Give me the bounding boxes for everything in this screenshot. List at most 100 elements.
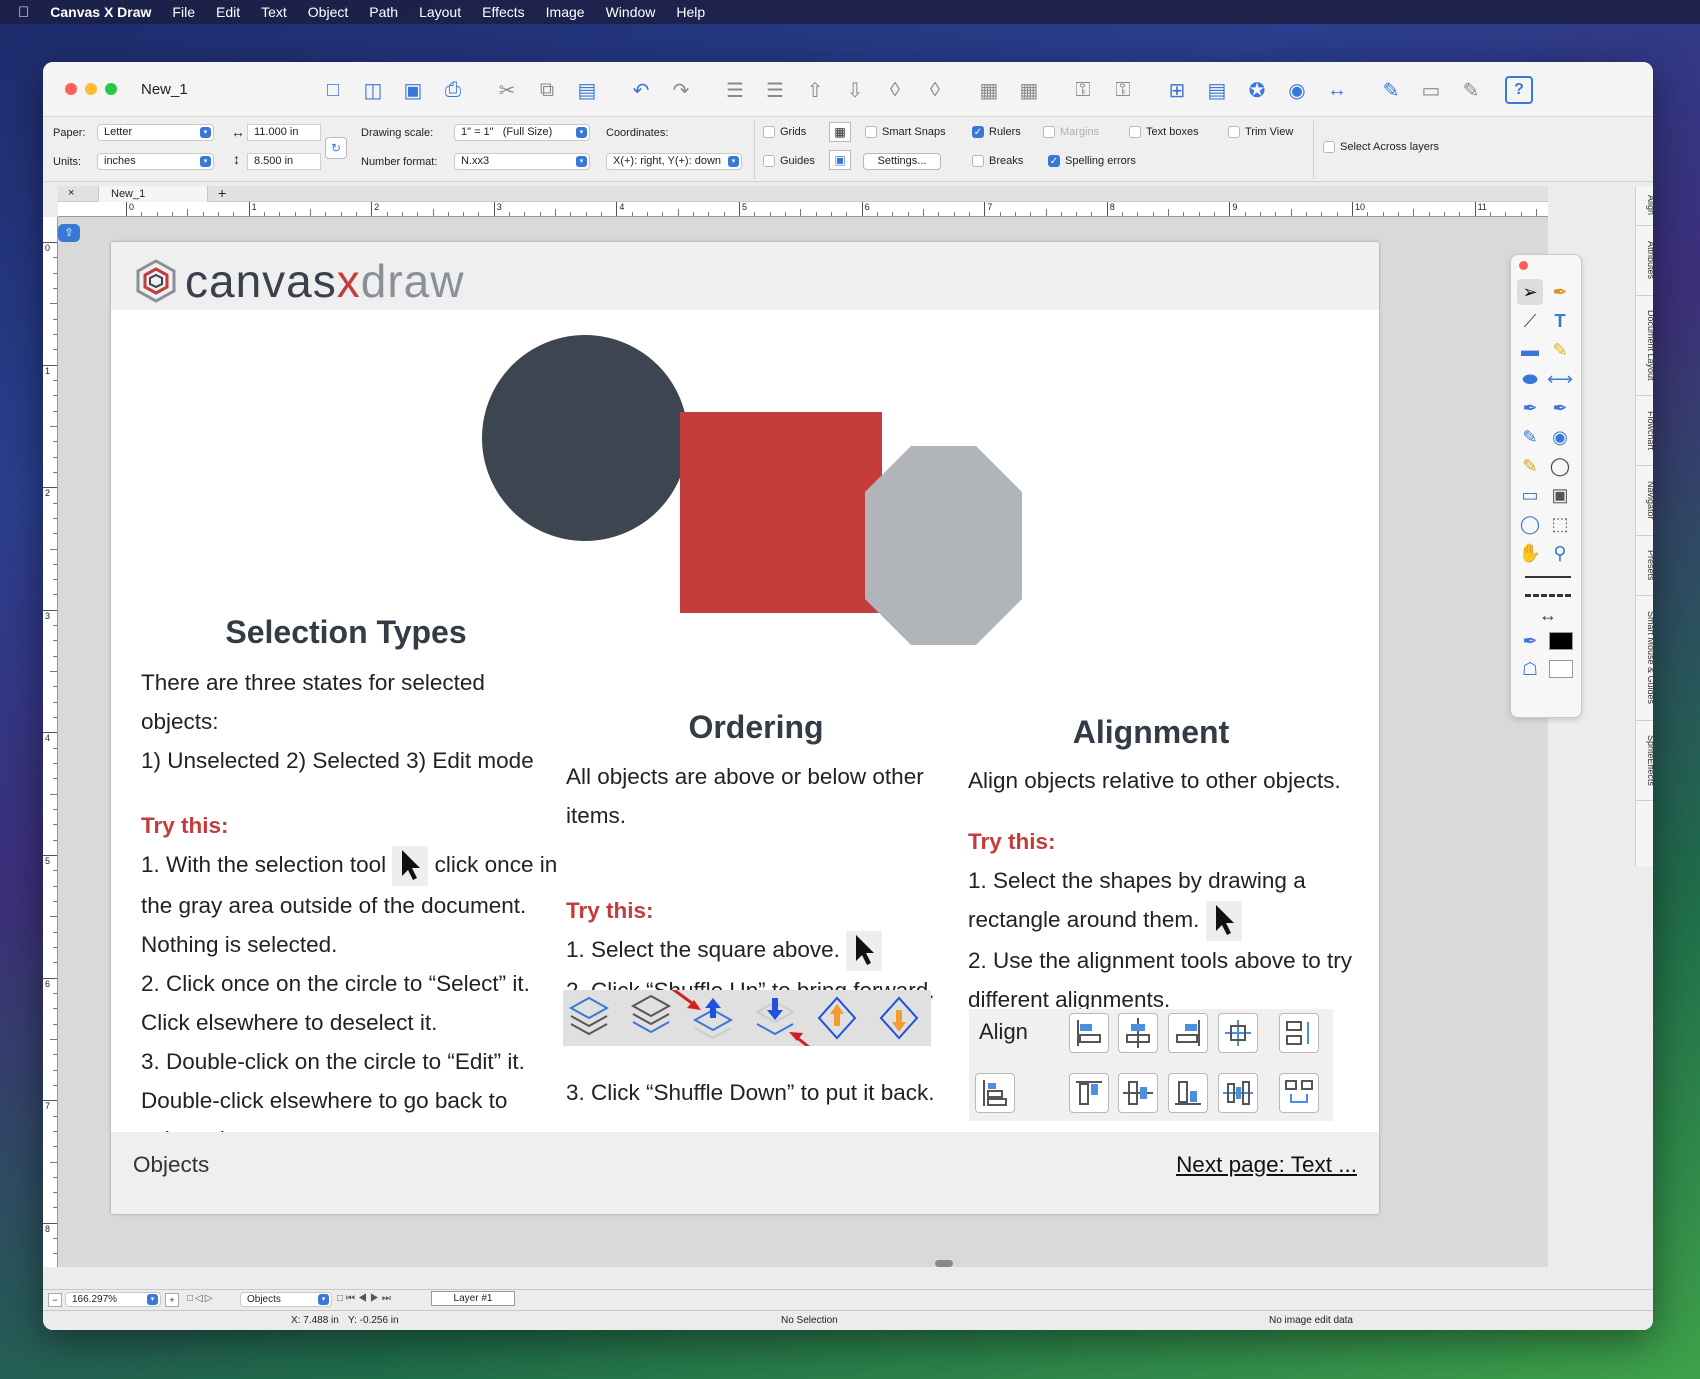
width-field[interactable]: 11.000 in — [247, 124, 321, 141]
stroke-ink-icon[interactable]: ✒ — [1517, 628, 1543, 654]
guides-checkbox[interactable]: Guides — [763, 155, 815, 167]
spelling-errors-checkbox[interactable]: ✓ Spelling errors — [1048, 155, 1136, 167]
menu-edit[interactable]: Edit — [216, 4, 240, 20]
grid-settings-icon[interactable]: ▦ — [829, 122, 851, 142]
zoom-out-icon[interactable]: − — [48, 1293, 62, 1307]
shuffle-down-icon[interactable]: ⇩ — [835, 76, 875, 104]
fill-color-swatch[interactable] — [1549, 660, 1573, 678]
oval-tool-icon[interactable]: ⬬ — [1517, 366, 1543, 392]
view-mode-select[interactable]: Objects ▾ — [240, 1292, 332, 1307]
close-window-button[interactable] — [65, 83, 77, 95]
ghost-tool-icon[interactable]: ◉ — [1547, 424, 1573, 450]
tab-document-layout[interactable]: Document Layout — [1636, 296, 1653, 396]
zoom-in-icon[interactable]: + — [165, 1293, 179, 1307]
menu-object[interactable]: Object — [308, 4, 348, 20]
arrowhead-style-icon[interactable]: ↔ — [1533, 602, 1563, 628]
select-across-layers-checkbox[interactable]: Select Across layers — [1323, 141, 1439, 153]
marquee-tool-icon[interactable]: ⬚ — [1547, 511, 1573, 537]
number-format-select[interactable]: N.xx3 ▾ — [454, 153, 590, 170]
brush-icon[interactable]: ✎ — [1451, 76, 1491, 104]
layers-icon[interactable]: ☰ — [715, 76, 755, 104]
menu-text[interactable]: Text — [261, 4, 287, 20]
orientation-icon[interactable]: ↻ — [325, 137, 347, 159]
text-tool-icon[interactable]: T — [1547, 308, 1573, 334]
zoom-window-button[interactable] — [105, 83, 117, 95]
coordinates-select[interactable]: X(+): right, Y(+): down ▾ — [606, 153, 742, 170]
height-field[interactable]: 8.500 in — [247, 153, 321, 170]
menu-help[interactable]: Help — [676, 4, 705, 20]
layers-stack-icon[interactable]: ☰ — [755, 76, 795, 104]
layer-tab[interactable]: Layer #1 — [431, 1291, 515, 1306]
print-icon[interactable]: ⎙ — [433, 76, 473, 104]
tab-smart-mouse-guides[interactable]: Smart Mouse & Guides — [1636, 596, 1653, 721]
smart-snaps-checkbox[interactable]: Smart Snaps — [865, 126, 946, 138]
units-select[interactable]: inches ▾ — [97, 153, 214, 170]
crop-icon[interactable]: ⊞ — [1157, 76, 1197, 104]
ruler-icon[interactable]: ▤ — [1197, 76, 1237, 104]
line-tool-icon[interactable]: ⟋ — [1517, 308, 1543, 334]
brush-tool-icon[interactable]: ✒ — [1547, 279, 1573, 305]
stroke-color-swatch[interactable] — [1549, 632, 1573, 650]
drawing-scale-select[interactable]: 1" = 1" (Full Size) ▾ — [454, 124, 590, 141]
lock-icon[interactable]: ⚿ — [1063, 76, 1103, 104]
bring-front-icon[interactable]: ◊ — [875, 76, 915, 104]
new-document-icon[interactable]: □ — [313, 76, 353, 104]
menu-app-name[interactable]: Canvas X Draw — [50, 4, 151, 20]
camera-tool-icon[interactable]: ▣ — [1547, 482, 1573, 508]
redo-icon[interactable]: ↷ — [661, 76, 701, 104]
page-nav-icons[interactable]: □◁▷ — [187, 1293, 214, 1304]
settings-button[interactable]: Settings... — [863, 153, 941, 170]
next-page-link[interactable]: Next page: Text ... — [1176, 1152, 1357, 1178]
layer-nav-icons[interactable]: □⏮◀▶⏭ — [337, 1293, 394, 1304]
close-palette-button[interactable] — [1519, 261, 1528, 270]
lasso-tool-icon[interactable]: ◯ — [1547, 453, 1573, 479]
guide-settings-icon[interactable]: ▣ — [829, 150, 851, 170]
help-icon[interactable]: ? — [1505, 76, 1533, 104]
pen-tool-icon[interactable]: ✒ — [1517, 395, 1543, 421]
dimension-tool-icon[interactable]: ⟷ — [1547, 366, 1573, 392]
minimize-window-button[interactable] — [85, 83, 97, 95]
menu-layout[interactable]: Layout — [419, 4, 461, 20]
tab-new-1[interactable]: New_1 — [98, 186, 208, 202]
edit-icon[interactable]: ✎ — [1371, 76, 1411, 104]
gray-octagon-shape[interactable] — [865, 446, 1022, 645]
horizontal-scrollbar-thumb[interactable] — [935, 1260, 953, 1267]
page-overview-icon[interactable]: ⇧ — [58, 224, 80, 242]
dash-style-icon[interactable] — [1525, 594, 1571, 597]
tab-presets[interactable]: Presets — [1636, 536, 1653, 596]
rulers-checkbox[interactable]: ✓ Rulers — [972, 126, 1021, 138]
canvas-area[interactable]: ⇧ canvasxdraw Selection Types There are … — [58, 217, 1548, 1267]
paper-select[interactable]: Letter ▾ — [97, 124, 214, 141]
menu-effects[interactable]: Effects — [482, 4, 525, 20]
add-tab-icon[interactable]: + — [218, 185, 226, 201]
tab-align[interactable]: Align — [1636, 186, 1653, 226]
undo-icon[interactable]: ↶ — [621, 76, 661, 104]
cut-icon[interactable]: ✂ — [487, 76, 527, 104]
horizontal-ruler[interactable]: 0123456789101112 — [58, 202, 1548, 217]
tab-attributes[interactable]: Attributes — [1636, 226, 1653, 296]
present-icon[interactable]: ▭ — [1411, 76, 1451, 104]
open-icon[interactable]: ◫ — [353, 76, 393, 104]
dark-circle-shape[interactable] — [482, 335, 688, 541]
send-back-icon[interactable]: ◊ — [915, 76, 955, 104]
line-weight-icon[interactable] — [1525, 576, 1571, 578]
hand-tool-icon[interactable]: ✋ — [1517, 540, 1543, 566]
paste-icon[interactable]: ▤ — [567, 76, 607, 104]
breaks-checkbox[interactable]: Breaks — [972, 155, 1023, 167]
text-boxes-checkbox[interactable]: Text boxes — [1129, 126, 1199, 138]
menu-file[interactable]: File — [172, 4, 195, 20]
grids-checkbox[interactable]: Grids — [763, 126, 806, 138]
save-icon[interactable]: ▣ — [393, 76, 433, 104]
close-tab-icon[interactable]: × — [68, 187, 74, 199]
selection-tool-icon[interactable]: ➢ — [1517, 279, 1543, 305]
symbol-icon[interactable]: ✪ — [1237, 76, 1277, 104]
zoom-tool-icon[interactable]: ⚲ — [1547, 540, 1573, 566]
eyedropper-tool-icon[interactable]: ✒ — [1547, 395, 1573, 421]
knife-tool-icon[interactable]: ✎ — [1517, 453, 1543, 479]
red-square-shape[interactable] — [680, 412, 882, 613]
tab-flowchart[interactable]: Flowchart — [1636, 396, 1653, 466]
fit-icon[interactable]: ↔ — [1317, 76, 1357, 104]
copy-icon[interactable]: ⧉ — [527, 76, 567, 104]
tab-navigator[interactable]: Navigator — [1636, 466, 1653, 536]
view-icon[interactable]: ◉ — [1277, 76, 1317, 104]
